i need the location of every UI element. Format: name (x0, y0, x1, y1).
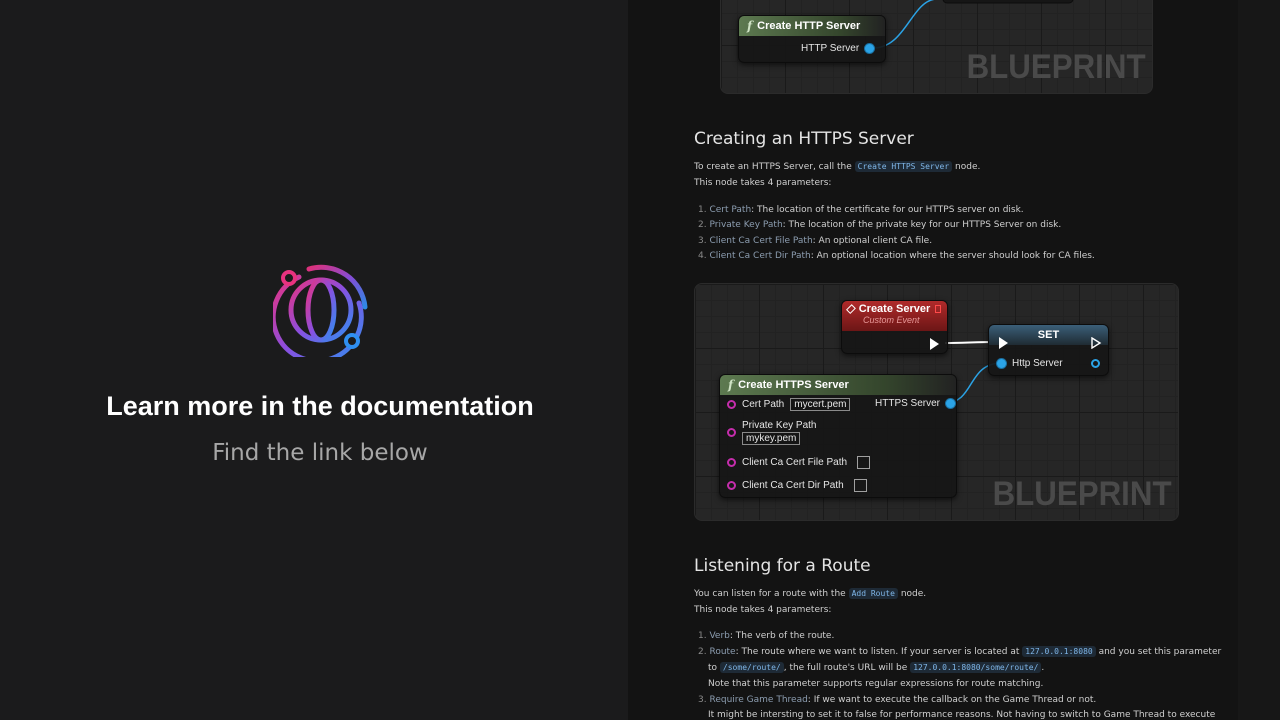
section-heading-https: Creating an HTTPS Server (694, 129, 914, 149)
inline-code: Create HTTPS Server (854, 161, 953, 172)
exec-output-pin-icon[interactable] (930, 338, 939, 350)
page-edge (1238, 0, 1280, 720)
inline-code: /some/route/ (719, 662, 784, 673)
https-params-line: This node takes 4 parameters: (694, 178, 832, 188)
string-pin-icon[interactable] (727, 458, 736, 467)
promo-panel: Learn more in the documentation Find the… (0, 0, 640, 720)
delegate-pin-icon[interactable] (935, 305, 941, 313)
section-heading-route: Listening for a Route (694, 556, 871, 576)
input-pin-icon[interactable] (997, 359, 1006, 368)
list-item: 4. Client Ca Cert Dir Path: An optional … (698, 251, 1095, 261)
output-pin-icon[interactable] (865, 44, 875, 53)
create-https-server-node[interactable]: f Create HTTPS Server Cert Path mycert.p… (719, 374, 957, 498)
https-intro: To create an HTTPS Server, call the Crea… (694, 161, 981, 172)
output-pin-icon[interactable] (946, 399, 956, 408)
exec-output-pin-icon[interactable] (1091, 337, 1102, 349)
route-params-line: This node takes 4 parameters: (694, 605, 832, 615)
list-item: 3. Client Ca Cert File Path: An optional… (698, 236, 933, 246)
promo-subtitle: Find the link below (212, 440, 428, 466)
cert-path-field[interactable]: mycert.pem (790, 398, 851, 411)
globe-orbit-logo-icon (273, 264, 368, 357)
output-pin-icon[interactable] (1091, 359, 1100, 368)
event-diamond-icon (846, 304, 856, 314)
list-item: 2. Private Key Path: The location of the… (698, 220, 1062, 230)
string-pin-icon[interactable] (727, 400, 736, 409)
function-icon: f (747, 19, 753, 33)
promo-title: Learn more in the documentation (106, 391, 534, 421)
list-item-continuation: It might be intersting to set it to fals… (708, 710, 1216, 720)
string-pin-icon[interactable] (727, 481, 736, 490)
ca-cert-file-checkbox[interactable] (857, 456, 871, 469)
create-http-server-node[interactable]: f Create HTTP Server HTTP Server (738, 15, 886, 63)
ca-cert-dir-checkbox[interactable] (853, 479, 867, 492)
inline-code: Add Route (848, 588, 898, 599)
create-server-event-node[interactable]: Create Server Custom Event (841, 300, 948, 354)
route-intro: You can listen for a route with the Add … (694, 588, 927, 599)
function-icon: f (728, 378, 734, 392)
node-title: Create HTTP Server (757, 20, 861, 32)
string-pin-icon[interactable] (727, 428, 736, 437)
inline-code: 127.0.0.1:8080 (1022, 646, 1096, 657)
pin-label: HTTP Server (801, 43, 860, 54)
inline-code: 127.0.0.1:8080/some/route/ (910, 662, 1042, 673)
set-variable-node[interactable]: SET Http Server (988, 324, 1109, 376)
blueprint-create-http-server: f Create HTTP Server HTTP Server BLUEPRI… (720, 0, 1153, 94)
blueprint-watermark: BLUEPRINT (967, 48, 1146, 86)
private-key-path-field[interactable]: mykey.pem (742, 432, 801, 445)
list-item: 2. Route: The route where we want to lis… (698, 646, 1222, 657)
blueprint-create-https-server: Create Server Custom Event SET Http Serv… (694, 283, 1179, 521)
list-item-continuation: to /some/route/, the full route's URL wi… (708, 662, 1045, 673)
list-item: 1. Cert Path: The location of the certif… (698, 205, 1024, 215)
blueprint-watermark: BLUEPRINT (993, 475, 1172, 513)
exec-input-pin-icon[interactable] (999, 337, 1008, 349)
list-item: 3. Require Game Thread: If we want to ex… (698, 695, 1097, 705)
list-item-note: Note that this parameter supports regula… (708, 679, 1044, 689)
list-item: 1. Verb: The verb of the route. (698, 631, 835, 641)
